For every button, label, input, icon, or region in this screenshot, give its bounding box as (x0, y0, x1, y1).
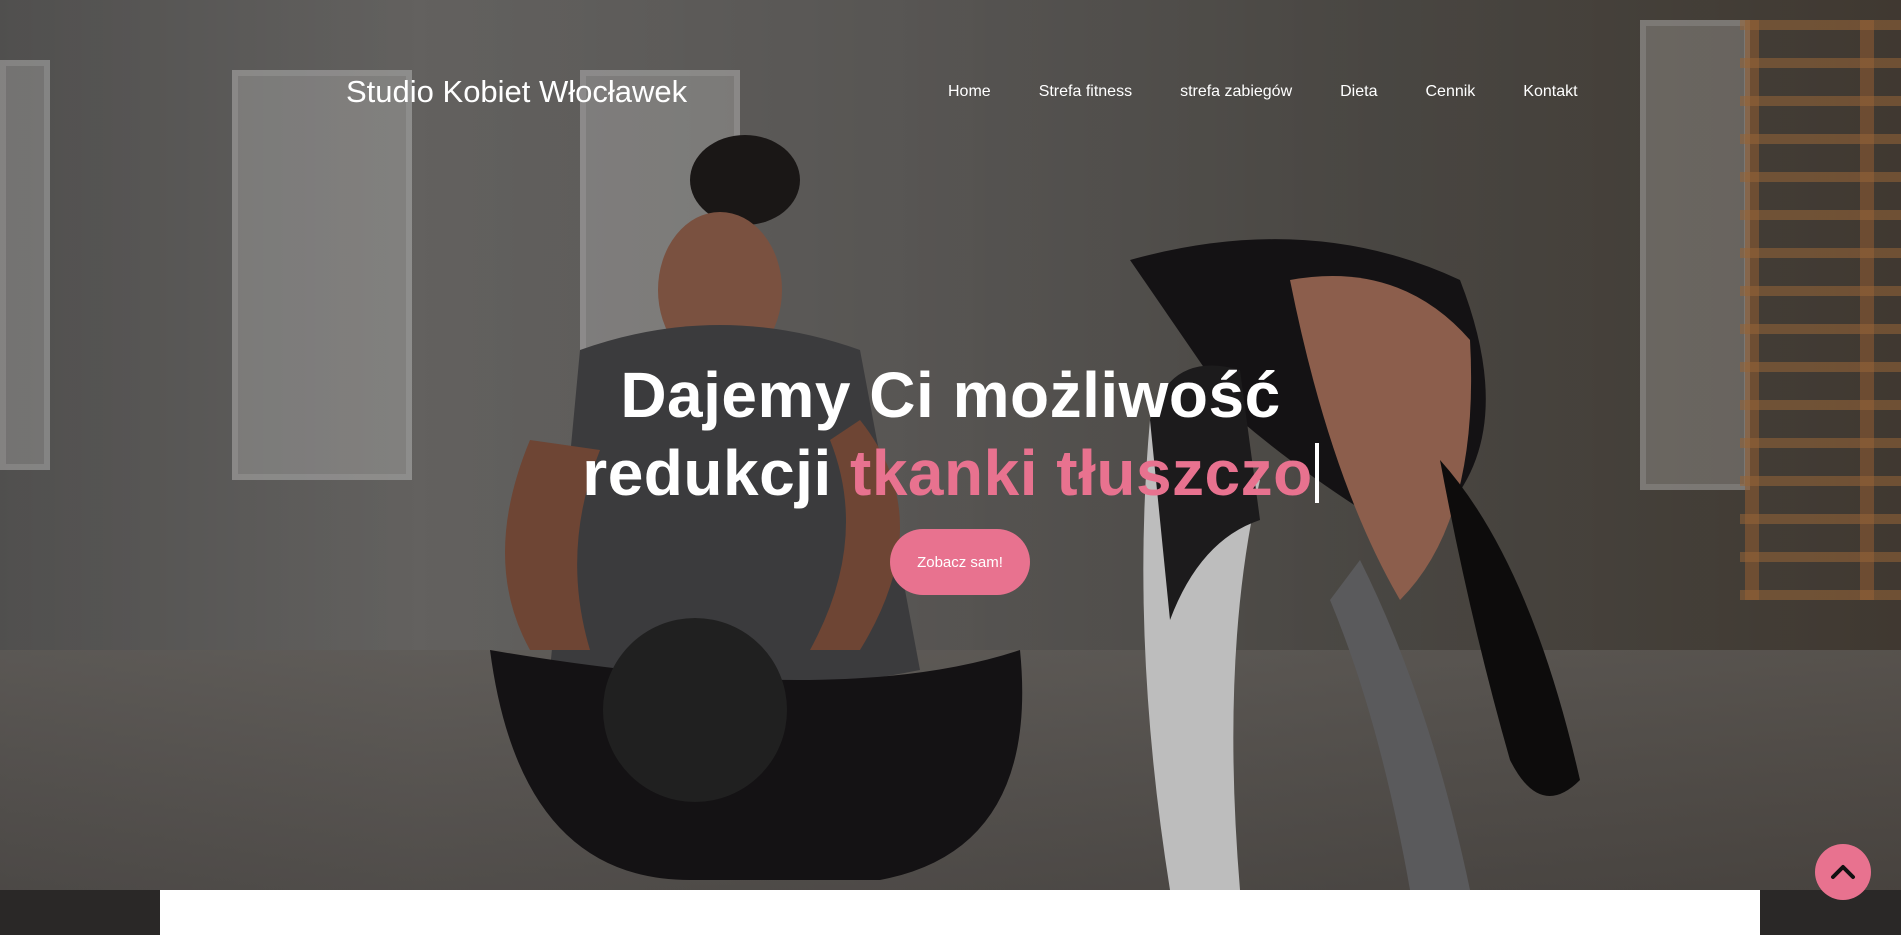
headline-highlight: tkanki tłuszczo (850, 437, 1313, 509)
nav-item-kontakt[interactable]: Kontakt (1523, 83, 1577, 101)
wall-bars (1740, 20, 1901, 600)
hero-headline: Dajemy Ci możliwość redukcji tkanki tłus… (0, 356, 1901, 512)
chevron-up-icon (1831, 865, 1855, 879)
headline-line-2-prefix: redukcji (582, 437, 850, 509)
content-panel (160, 890, 1760, 935)
scroll-to-top-button[interactable] (1815, 844, 1871, 900)
typing-cursor (1314, 443, 1319, 503)
site-logo[interactable]: Studio Kobiet Włocławek (346, 74, 687, 110)
nav-item-dieta[interactable]: Dieta (1340, 83, 1377, 101)
main-nav: Home Strefa fitness strefa zabiegów Diet… (948, 83, 1578, 101)
woman-stretching-image (1130, 239, 1580, 890)
nav-item-cennik[interactable]: Cennik (1425, 83, 1475, 101)
cta-button[interactable]: Zobacz sam! (890, 529, 1030, 595)
nav-item-home[interactable]: Home (948, 83, 991, 101)
headline-line-1: Dajemy Ci możliwość (620, 359, 1281, 431)
nav-item-strefa-zabiegow[interactable]: strefa zabiegów (1180, 83, 1292, 101)
nav-item-strefa-fitness[interactable]: Strefa fitness (1039, 83, 1132, 101)
